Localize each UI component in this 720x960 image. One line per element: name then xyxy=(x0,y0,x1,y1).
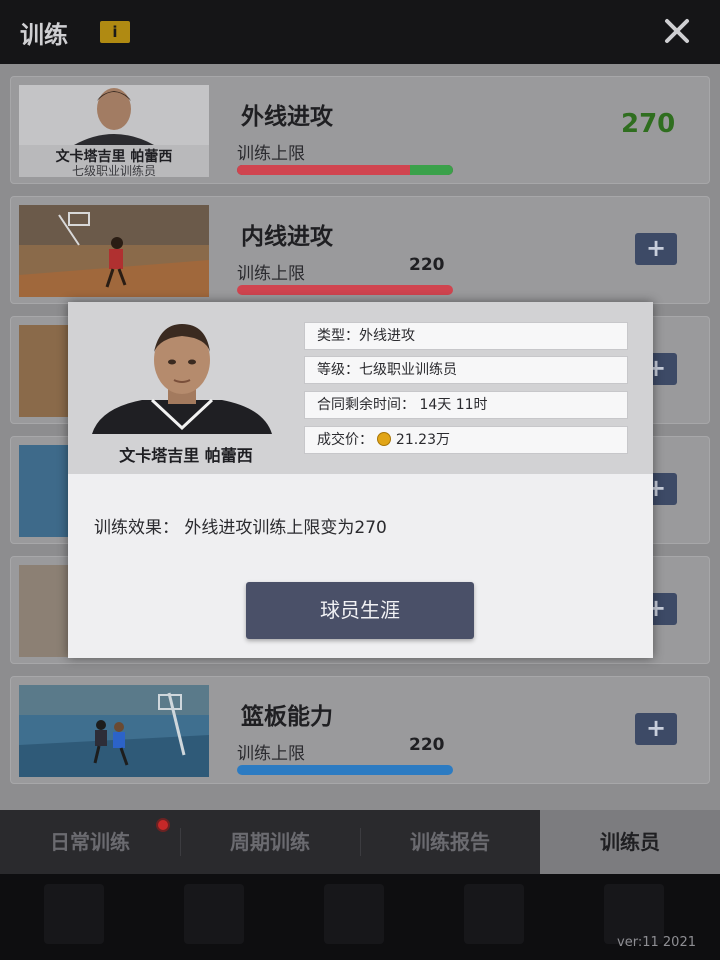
trainer-name: 文卡塔吉里 帕蕾西 xyxy=(119,446,253,465)
price-label: 成交价： xyxy=(317,432,373,448)
training-row-rebound[interactable]: 篮板能力 训练上限 220 + xyxy=(10,676,710,784)
training-cap-label: 训练上限 xyxy=(237,264,305,284)
footer-nav: ver:11 2021 xyxy=(0,874,720,960)
trainer-level-field: 等级：七级职业训练员 xyxy=(304,356,628,384)
training-effect-text: 训练效果： 外线进攻训练上限变为270 xyxy=(94,518,387,538)
tab-periodic-training[interactable]: 周期训练 xyxy=(180,810,360,874)
court-thumbnail xyxy=(19,685,209,777)
bar-fill-boost xyxy=(409,165,453,175)
training-name: 外线进攻 xyxy=(241,104,333,130)
contract-label: 合同剩余时间： xyxy=(317,397,415,413)
nav-icon[interactable] xyxy=(464,884,524,944)
training-cap-bar xyxy=(237,165,453,175)
training-row-inside-attack[interactable]: 内线进攻 训练上限 220 + xyxy=(10,196,710,304)
player-career-button[interactable]: 球员生涯 xyxy=(246,582,474,639)
dialog-header-panel: 文卡塔吉里 帕蕾西 类型：外线进攻 等级：七级职业训练员 合同剩余时间： 14天… xyxy=(68,302,653,474)
nav-icon[interactable] xyxy=(184,884,244,944)
training-cap-bar xyxy=(237,285,453,295)
tab-label: 日常训练 xyxy=(50,830,130,854)
trainer-level: 七级职业训练员 xyxy=(72,163,156,177)
bar-fill xyxy=(237,765,453,775)
contract-value: 14天 11时 xyxy=(419,397,488,413)
price-value: 21.23万 xyxy=(395,432,450,448)
trainer-portrait xyxy=(82,316,282,434)
training-cap-label: 训练上限 xyxy=(237,144,305,164)
tab-label: 训练报告 xyxy=(410,830,490,854)
trainer-detail-dialog: 文卡塔吉里 帕蕾西 类型：外线进攻 等级：七级职业训练员 合同剩余时间： 14天… xyxy=(68,302,653,658)
training-cap-value: 220 xyxy=(409,255,445,275)
nav-icon[interactable] xyxy=(324,884,384,944)
court-thumbnail xyxy=(19,205,209,297)
bar-fill xyxy=(237,285,453,295)
training-cap-label: 训练上限 xyxy=(237,744,305,764)
add-trainer-button[interactable]: + xyxy=(635,713,677,745)
tab-training-report[interactable]: 训练报告 xyxy=(360,810,540,874)
nav-icon[interactable] xyxy=(44,884,104,944)
training-name: 篮板能力 xyxy=(241,704,333,730)
add-trainer-button[interactable]: + xyxy=(635,233,677,265)
bottom-tab-bar: 日常训练 周期训练 训练报告 训练员 xyxy=(0,810,720,874)
trainer-name: 文卡塔吉里 帕蕾西 xyxy=(56,148,173,165)
top-bar: 训练 i xyxy=(0,0,720,64)
training-name: 内线进攻 xyxy=(241,224,333,250)
tab-label: 周期训练 xyxy=(230,830,310,854)
tab-trainers[interactable]: 训练员 xyxy=(540,810,720,874)
close-icon[interactable] xyxy=(660,14,694,48)
coin-icon xyxy=(377,432,392,446)
training-cap-value: 270 xyxy=(621,109,676,139)
training-row-outside-attack[interactable]: 文卡塔吉里 帕蕾西 七级职业训练员 外线进攻 训练上限 270 xyxy=(10,76,710,184)
tab-label: 训练员 xyxy=(600,830,660,854)
contract-time-field: 合同剩余时间： 14天 11时 xyxy=(304,391,628,419)
price-field: 成交价： 21.23万 xyxy=(304,426,628,454)
version-label: ver:11 2021 xyxy=(617,935,696,950)
bar-fill-base xyxy=(237,165,410,175)
info-icon[interactable]: i xyxy=(100,21,130,43)
training-cap-value: 220 xyxy=(409,735,445,755)
trainer-type-field: 类型：外线进攻 xyxy=(304,322,628,350)
page-title: 训练 xyxy=(20,21,68,49)
training-cap-bar xyxy=(237,765,453,775)
notification-dot xyxy=(156,818,170,832)
tab-daily-training[interactable]: 日常训练 xyxy=(0,810,180,874)
trainer-portrait-card: 文卡塔吉里 帕蕾西 七级职业训练员 xyxy=(19,85,209,177)
